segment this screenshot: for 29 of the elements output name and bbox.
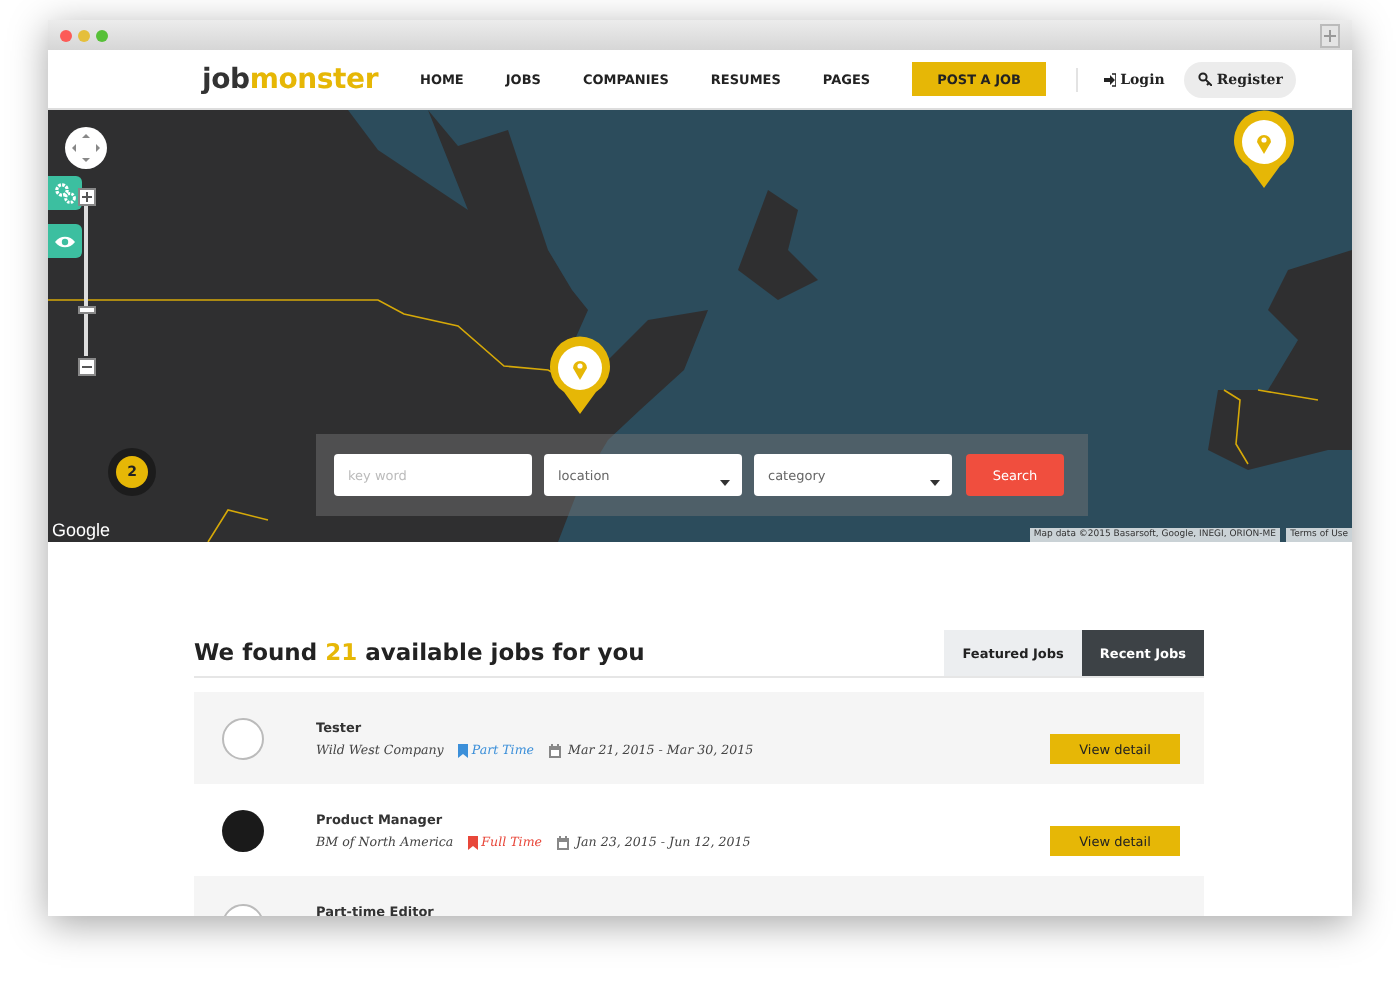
settings-button[interactable] <box>48 176 82 210</box>
zoom-out-button[interactable] <box>78 358 96 376</box>
calendar-icon <box>548 743 563 757</box>
calendar-icon <box>556 835 571 849</box>
company-logo <box>222 809 264 851</box>
eye-icon <box>54 233 76 249</box>
pan-control[interactable] <box>64 126 108 170</box>
slider-thumb[interactable] <box>78 305 96 314</box>
bookmark-icon <box>467 835 478 849</box>
bookmark-icon <box>457 743 468 757</box>
logo[interactable]: jobmonster <box>202 63 420 95</box>
land-shape <box>738 190 818 300</box>
zoom-in-button[interactable] <box>78 188 96 206</box>
border-line <box>1223 389 1319 465</box>
key-icon <box>1198 72 1213 86</box>
plus-icon <box>80 190 94 204</box>
company-logo <box>222 717 264 759</box>
caret-icon <box>720 480 730 486</box>
caret-icon <box>930 480 940 486</box>
visibility-button[interactable] <box>48 224 82 258</box>
map-logo: Google <box>52 520 111 540</box>
login-icon <box>1102 71 1117 87</box>
gear-icon <box>54 182 76 204</box>
results-heading: We found 21 available jobs for you <box>194 638 645 666</box>
map-pin-icon[interactable] <box>548 336 612 416</box>
minus-icon <box>80 360 94 374</box>
map-pin-icon[interactable] <box>1232 110 1296 190</box>
zoom-slider[interactable] <box>78 206 96 356</box>
border-line <box>207 509 269 542</box>
